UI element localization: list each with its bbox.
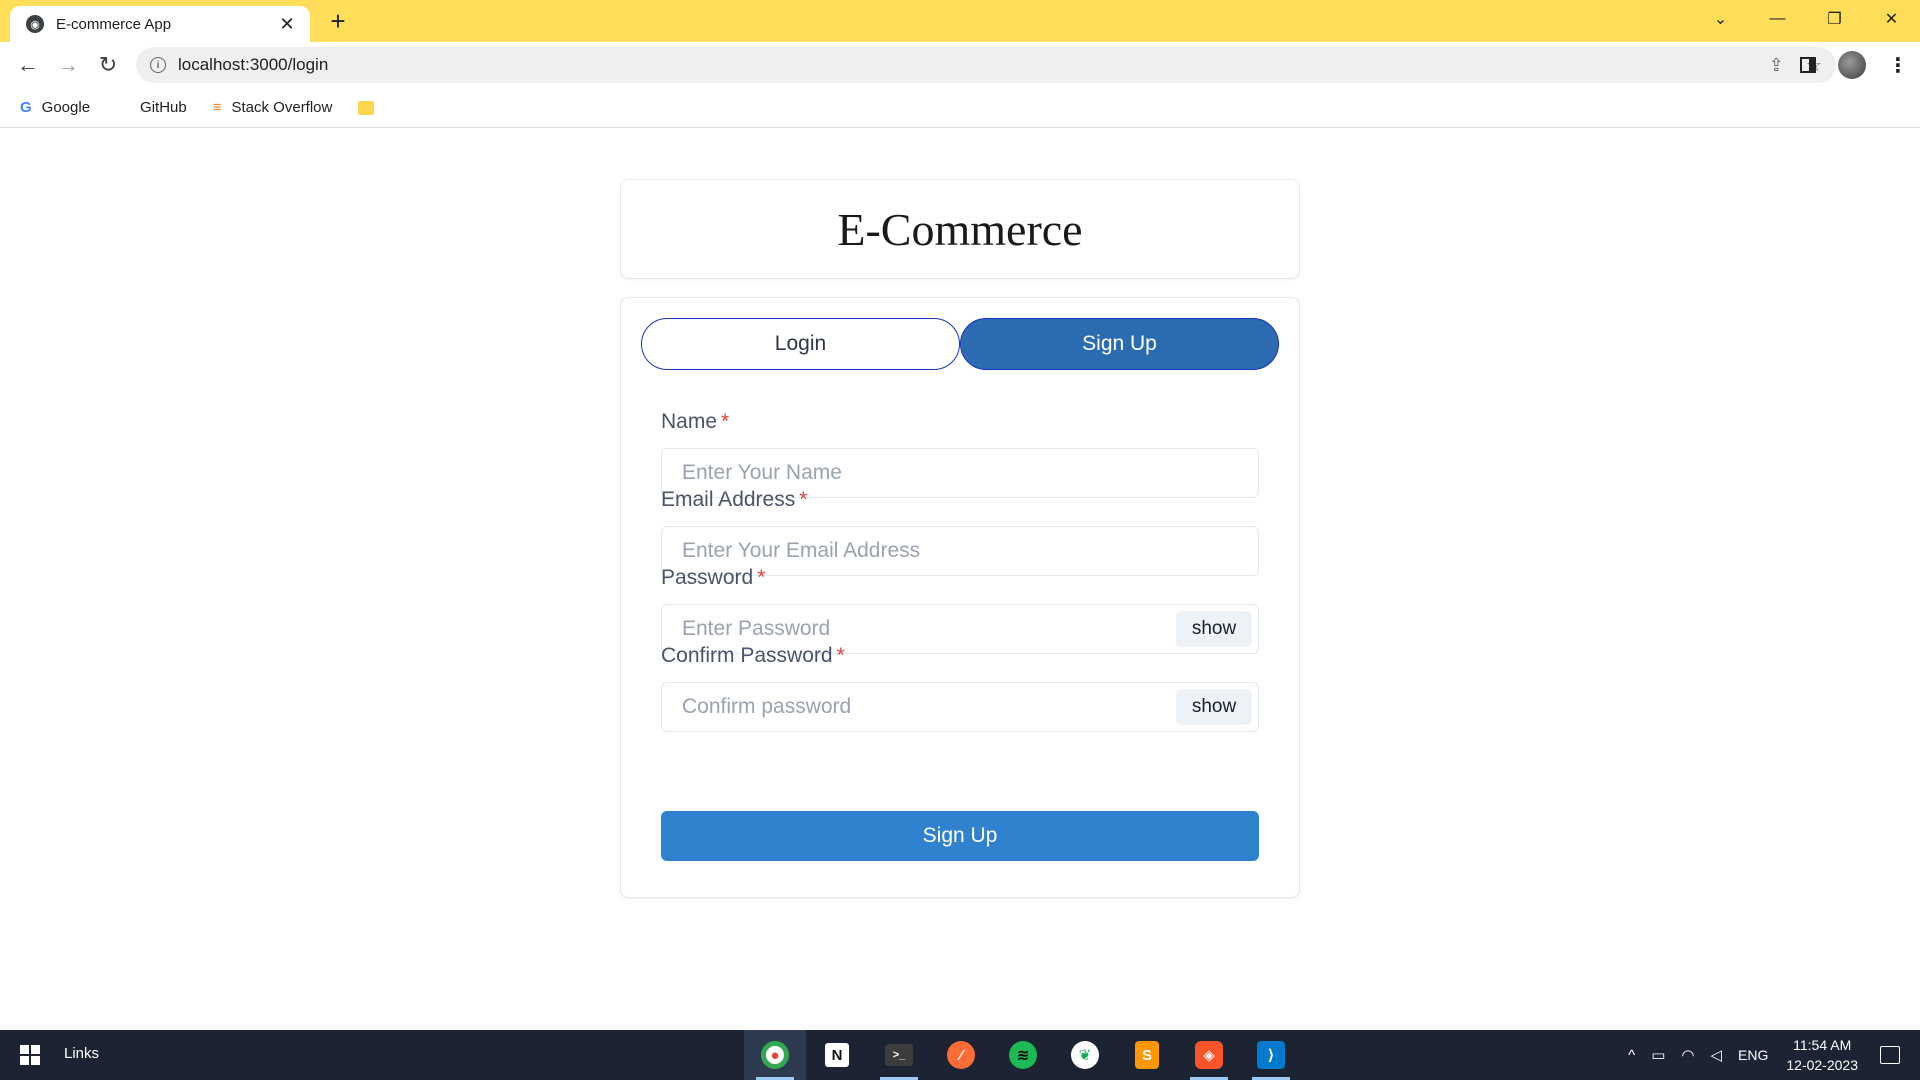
brand-card: E-Commerce (620, 179, 1300, 279)
stackoverflow-icon: ≡ (212, 99, 222, 116)
show-confirm-password-button[interactable]: show (1176, 689, 1252, 725)
confirm-password-label-text: Confirm Password (661, 644, 833, 667)
new-tab-button[interactable]: + (324, 8, 352, 36)
minimize-button[interactable]: — (1749, 0, 1806, 38)
mongodb-compass-icon: ❦ (1071, 1041, 1099, 1069)
taskbar-app-mongodb-compass[interactable]: ❦ (1054, 1030, 1116, 1080)
chrome-menu-icon[interactable]: ⋮ (1888, 53, 1908, 78)
signup-submit-button[interactable]: Sign Up (661, 811, 1259, 861)
profile-avatar[interactable] (1838, 51, 1866, 79)
email-label: Email Address * (661, 488, 807, 512)
taskbar: Links ● N >_ ⁄ ≋ ❦ S ◈ ⟩ ^ ▭ ◠ ◁ ENG 11:… (0, 1030, 1920, 1080)
show-password-button[interactable]: show (1176, 611, 1252, 647)
volume-icon[interactable]: ◁ (1710, 1046, 1722, 1064)
bookmark-google[interactable]: G Google (20, 99, 90, 116)
google-icon: G (20, 99, 32, 116)
auth-form-card: Login Sign Up Name* Email Address* Passw… (620, 297, 1300, 898)
vscode-icon: ⟩ (1257, 1041, 1285, 1069)
share-icon[interactable]: ⇪ (1769, 55, 1784, 76)
taskbar-app-chrome[interactable]: ● (744, 1030, 806, 1080)
terminal-icon: >_ (885, 1044, 913, 1066)
browser-toolbar: ← → ↻ i localhost:3000/login ⇪ ☆ ⋮ (0, 42, 1920, 88)
required-marker: * (799, 488, 808, 511)
globe-icon: ◉ (26, 15, 44, 33)
folder-icon (358, 100, 375, 115)
brand-title: E-Commerce (837, 203, 1083, 255)
bookmark-github[interactable]: GitHub (140, 99, 187, 116)
taskbar-app-notion[interactable]: N (806, 1030, 868, 1080)
restore-button[interactable]: ❐ (1806, 0, 1863, 38)
email-label-text: Email Address (661, 488, 796, 511)
bookmarks-bar: G Google GitHub ≡ Stack Overflow (0, 88, 1920, 128)
tab-title: E-commerce App (56, 15, 172, 33)
chrome-icon: ● (761, 1041, 789, 1069)
browser-tab[interactable]: ◉ E-commerce App ✕ (10, 6, 310, 42)
required-marker: * (721, 410, 730, 433)
name-label-text: Name (661, 410, 718, 433)
bookmark-label: Google (41, 99, 91, 116)
postman-icon: ⁄ (947, 1041, 975, 1069)
taskbar-app-vscode[interactable]: ⟩ (1240, 1030, 1302, 1080)
side-panel-icon[interactable] (1800, 57, 1816, 73)
system-tray: ^ ▭ ◠ ◁ ENG 11:54 AM 12-02-2023 (1628, 1030, 1920, 1080)
input-language[interactable]: ENG (1738, 1047, 1768, 1063)
windows-start-icon[interactable] (20, 1045, 40, 1065)
tab-search-icon[interactable]: ⌄ (1692, 0, 1749, 38)
wifi-icon[interactable]: ◠ (1681, 1046, 1694, 1064)
browser-titlebar: ◉ E-commerce App ✕ + ⌄ — ❐ ✕ (0, 0, 1920, 42)
reload-button[interactable]: ↻ (88, 47, 128, 83)
required-marker: * (757, 566, 766, 589)
show-hidden-icons-icon[interactable]: ^ (1628, 1047, 1635, 1064)
tab-signup[interactable]: Sign Up (960, 318, 1279, 370)
page-content: E-Commerce Login Sign Up Name* Email Add… (0, 129, 1920, 1029)
taskbar-apps: ● N >_ ⁄ ≋ ❦ S ◈ ⟩ (744, 1030, 1302, 1080)
close-tab-icon[interactable]: ✕ (276, 14, 298, 35)
taskbar-app-postman[interactable]: ⁄ (930, 1030, 992, 1080)
notification-center-icon[interactable] (1880, 1046, 1900, 1064)
clock[interactable]: 11:54 AM 12-02-2023 (1786, 1035, 1858, 1075)
sublime-text-icon: S (1135, 1041, 1159, 1069)
battery-icon[interactable]: ▭ (1651, 1046, 1665, 1064)
password-label-text: Password (661, 566, 754, 589)
taskbar-app-brave[interactable]: ◈ (1178, 1030, 1240, 1080)
address-bar[interactable]: i localhost:3000/login ⇪ ☆ (136, 47, 1836, 83)
forward-button[interactable]: → (48, 47, 88, 83)
window-controls: ⌄ — ❐ ✕ (1692, 0, 1920, 38)
spotify-icon: ≋ (1009, 1041, 1037, 1069)
bookmark-folder[interactable] (358, 100, 375, 115)
taskbar-app-terminal[interactable]: >_ (868, 1030, 930, 1080)
clock-date: 12-02-2023 (1786, 1057, 1858, 1073)
taskbar-app-sublime-text[interactable]: S (1116, 1030, 1178, 1080)
confirm-password-field: show (661, 682, 1259, 732)
tab-login[interactable]: Login (641, 318, 960, 370)
brave-icon: ◈ (1195, 1041, 1223, 1069)
notion-icon: N (825, 1043, 849, 1067)
bookmark-stackoverflow[interactable]: ≡ Stack Overflow (213, 99, 333, 116)
back-button[interactable]: ← (8, 47, 48, 83)
password-label: Password * (661, 566, 765, 590)
auth-tabs: Login Sign Up (641, 318, 1279, 370)
confirm-password-input[interactable] (662, 683, 1258, 731)
close-window-button[interactable]: ✕ (1863, 0, 1920, 38)
required-marker: * (836, 644, 845, 667)
bookmark-label: Stack Overflow (231, 99, 333, 116)
confirm-password-label: Confirm Password * (661, 644, 845, 668)
bookmark-label: GitHub (140, 99, 187, 116)
site-info-icon[interactable]: i (150, 57, 166, 73)
name-label: Name * (661, 410, 729, 434)
taskbar-links-toolbar[interactable]: Links (64, 1045, 99, 1062)
clock-time: 11:54 AM (1793, 1037, 1852, 1053)
url-text[interactable]: localhost:3000/login (178, 55, 328, 75)
taskbar-app-spotify[interactable]: ≋ (992, 1030, 1054, 1080)
